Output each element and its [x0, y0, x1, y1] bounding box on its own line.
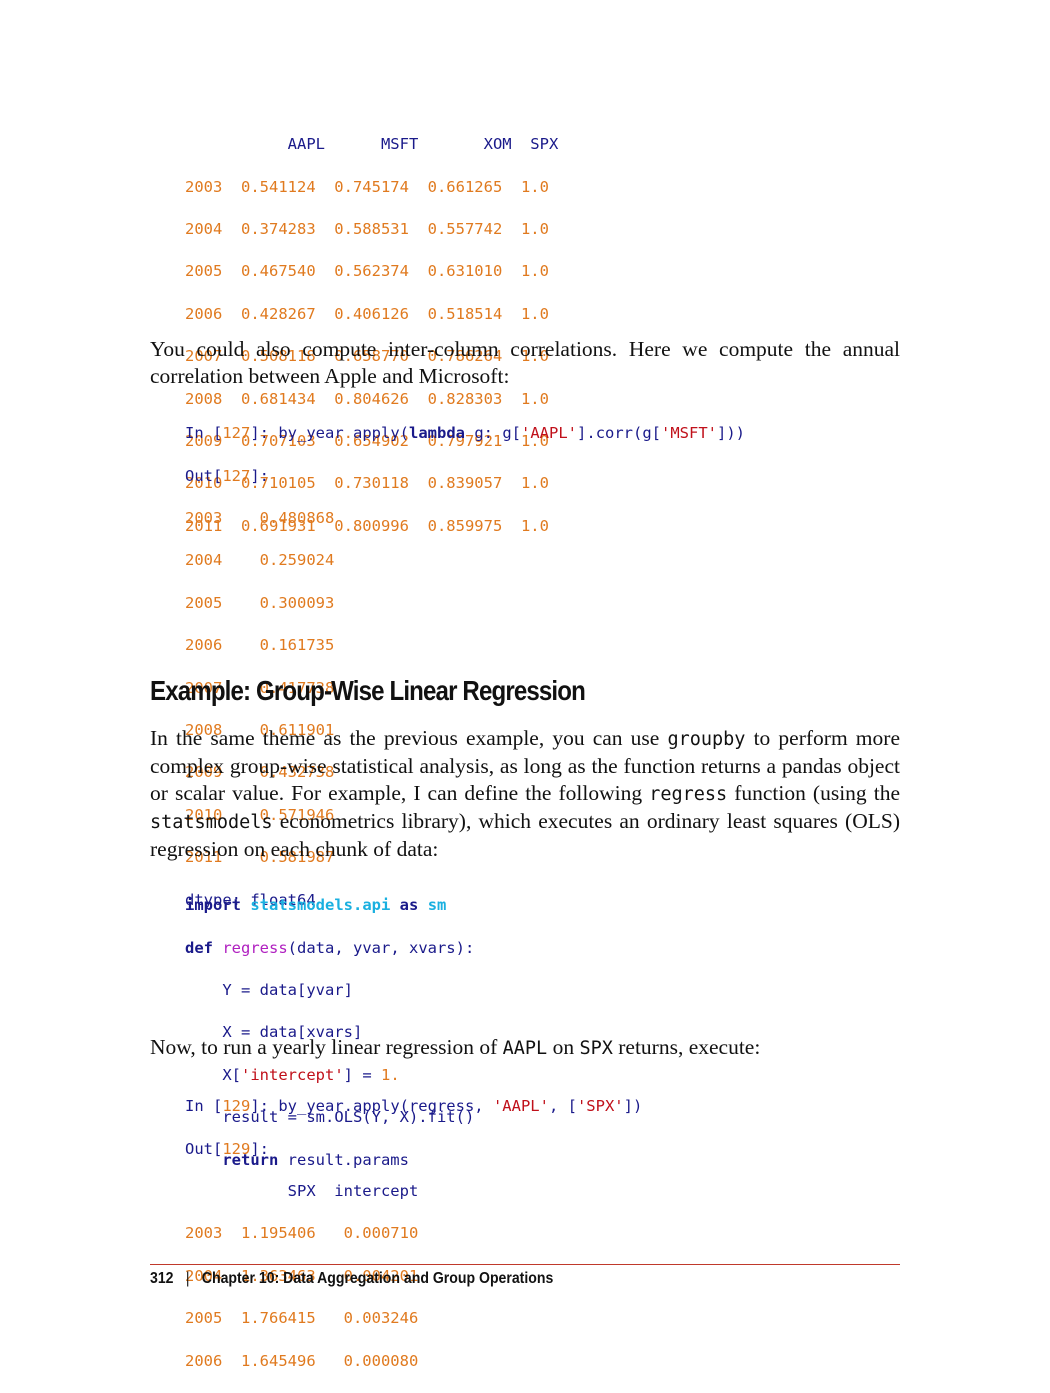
code-string: 'AAPL': [521, 424, 578, 443]
out-number: 127: [222, 466, 251, 485]
in-prompt-end: ]:: [250, 424, 279, 443]
in-number: 127: [222, 424, 251, 443]
text: on: [547, 1035, 580, 1059]
code-punct: , [: [548, 1097, 577, 1116]
row-values: 0.374283 0.588531 0.557742 1.0: [222, 220, 549, 239]
section-heading: Example: Group-Wise Linear Regression: [150, 675, 586, 706]
inline-code: regress: [649, 784, 728, 805]
footer-separator: |: [185, 1270, 190, 1287]
inline-code: statsmodels: [150, 812, 273, 833]
list-item: 2004 0.259024: [185, 550, 745, 571]
output-line: Out[127]:: [185, 466, 745, 487]
out-number: 129: [222, 1139, 251, 1158]
code-text: .apply(regress,: [343, 1097, 493, 1116]
row-values: 0.467540 0.562374 0.631010 1.0: [222, 262, 549, 281]
input-line: In [129]: by_year.apply(regress, 'AAPL',…: [185, 1096, 642, 1117]
list-item: 2003 0.480868: [185, 508, 745, 529]
code-method: apply: [353, 424, 400, 443]
out-prompt-end: ]:: [250, 1139, 269, 1158]
in-number: 129: [222, 1097, 251, 1116]
in-prompt: In [: [185, 424, 223, 443]
text: returns, execute:: [612, 1035, 761, 1059]
row-values: 1.645496 0.000080: [222, 1351, 419, 1370]
table-row: 2005 0.467540 0.562374 0.631010 1.0: [185, 261, 558, 282]
code-module: sm: [427, 896, 447, 915]
code-function-name: regress: [222, 938, 288, 957]
row-values: 0.541124 0.745174 0.661265 1.0: [222, 177, 549, 196]
paragraph-intercolumn: You could also compute inter-column corr…: [150, 337, 900, 388]
table-row: 2003 0.541124 0.745174 0.661265 1.0: [185, 177, 558, 198]
row-year: 2005: [185, 262, 223, 281]
row-values: 1.766415 0.003246: [222, 1309, 419, 1328]
row-year: 2005: [185, 593, 223, 612]
row-year: 2004: [185, 220, 223, 239]
inline-code: AAPL: [502, 1038, 548, 1059]
code-method: corr: [595, 424, 634, 443]
code-keyword: lambda: [409, 424, 466, 443]
code-keyword: def: [185, 938, 213, 957]
table-header: AAPL MSFT XOM SPX: [185, 135, 559, 154]
code-dot: .: [343, 424, 353, 443]
out-prompt: Out[: [185, 1139, 223, 1158]
out-prompt-end: ]:: [250, 466, 269, 485]
row-year: 2003: [185, 177, 223, 196]
code-line: def regress(data, yvar, xvars):: [185, 938, 474, 959]
code-line: import statsmodels.api as sm: [185, 895, 474, 916]
row-year: 2006: [185, 1351, 223, 1370]
code-punct: ])): [717, 424, 746, 443]
code-params: (data, yvar, xvars):: [287, 938, 475, 957]
text: In the same theme as the previous exampl…: [150, 726, 668, 750]
code-object: by_year: [278, 1097, 344, 1116]
code-object: by_year: [278, 424, 344, 443]
table-row: 2004 0.374283 0.588531 0.557742 1.0: [185, 219, 558, 240]
row-year: 2003: [185, 509, 223, 528]
code-arg: g: g[: [465, 424, 522, 443]
text: function (using the: [727, 781, 901, 805]
page-number: 312: [150, 1270, 174, 1287]
output-line: Out[129]:: [185, 1139, 642, 1160]
paragraph-groupwise: In the same theme as the previous exampl…: [150, 725, 900, 863]
code-punct: ].: [577, 424, 596, 443]
table-row: 2005 1.766415 0.003246: [185, 1308, 642, 1329]
row-values: 1.195406 0.000710: [222, 1224, 419, 1243]
row-year: 2003: [185, 1224, 223, 1243]
table-row: 2003 1.195406 0.000710: [185, 1223, 642, 1244]
code-block-129: In [129]: by_year.apply(regress, 'AAPL',…: [185, 1075, 642, 1393]
code-line: Y = data[yvar]: [185, 981, 353, 1000]
code-string: 'MSFT': [661, 424, 718, 443]
row-year: 2006: [185, 304, 223, 323]
code-string: 'SPX': [576, 1097, 624, 1116]
row-value: 0.300093: [222, 593, 335, 612]
table-row: 2006 1.645496 0.000080: [185, 1351, 642, 1372]
code-punct: (g[: [633, 424, 662, 443]
row-value: 0.480868: [222, 509, 335, 528]
table-header: SPX intercept: [185, 1182, 419, 1201]
list-item: 2005 0.300093: [185, 593, 745, 614]
row-values: 0.428267 0.406126 0.518514 1.0: [222, 304, 549, 323]
inline-code: groupby: [667, 729, 746, 750]
code-module: statsmodels.api: [250, 896, 391, 915]
code-punct: ]): [623, 1097, 643, 1116]
paragraph-yearly-regression: Now, to run a yearly linear regression o…: [150, 1034, 900, 1062]
page-footer: 312 | Chapter 10: Data Aggregation and Gro…: [150, 1270, 553, 1288]
row-year: 2005: [185, 1309, 223, 1328]
out-prompt: Out[: [185, 466, 223, 485]
code-paren: (: [399, 424, 410, 443]
input-line: In [127]: by_year.apply(lambda g: g['AAP…: [185, 423, 745, 444]
in-prompt: In [: [185, 1097, 223, 1116]
text: Now, to run a yearly linear regression o…: [150, 1035, 503, 1059]
chapter-title: Chapter 10: Data Aggregation and Group O…: [201, 1270, 554, 1287]
code-keyword: import: [185, 896, 241, 915]
in-prompt-end: ]:: [250, 1097, 279, 1116]
table-row: 2006 0.428267 0.406126 0.518514 1.0: [185, 304, 558, 325]
inline-code: SPX: [579, 1038, 613, 1059]
row-year: 2004: [185, 551, 223, 570]
code-string: 'AAPL': [492, 1097, 549, 1116]
code-keyword: as: [399, 896, 419, 915]
row-value: 0.161735: [222, 636, 335, 655]
list-item: 2006 0.161735: [185, 635, 745, 656]
row-year: 2006: [185, 636, 223, 655]
row-value: 0.259024: [222, 551, 335, 570]
footer-rule: [150, 1264, 900, 1265]
